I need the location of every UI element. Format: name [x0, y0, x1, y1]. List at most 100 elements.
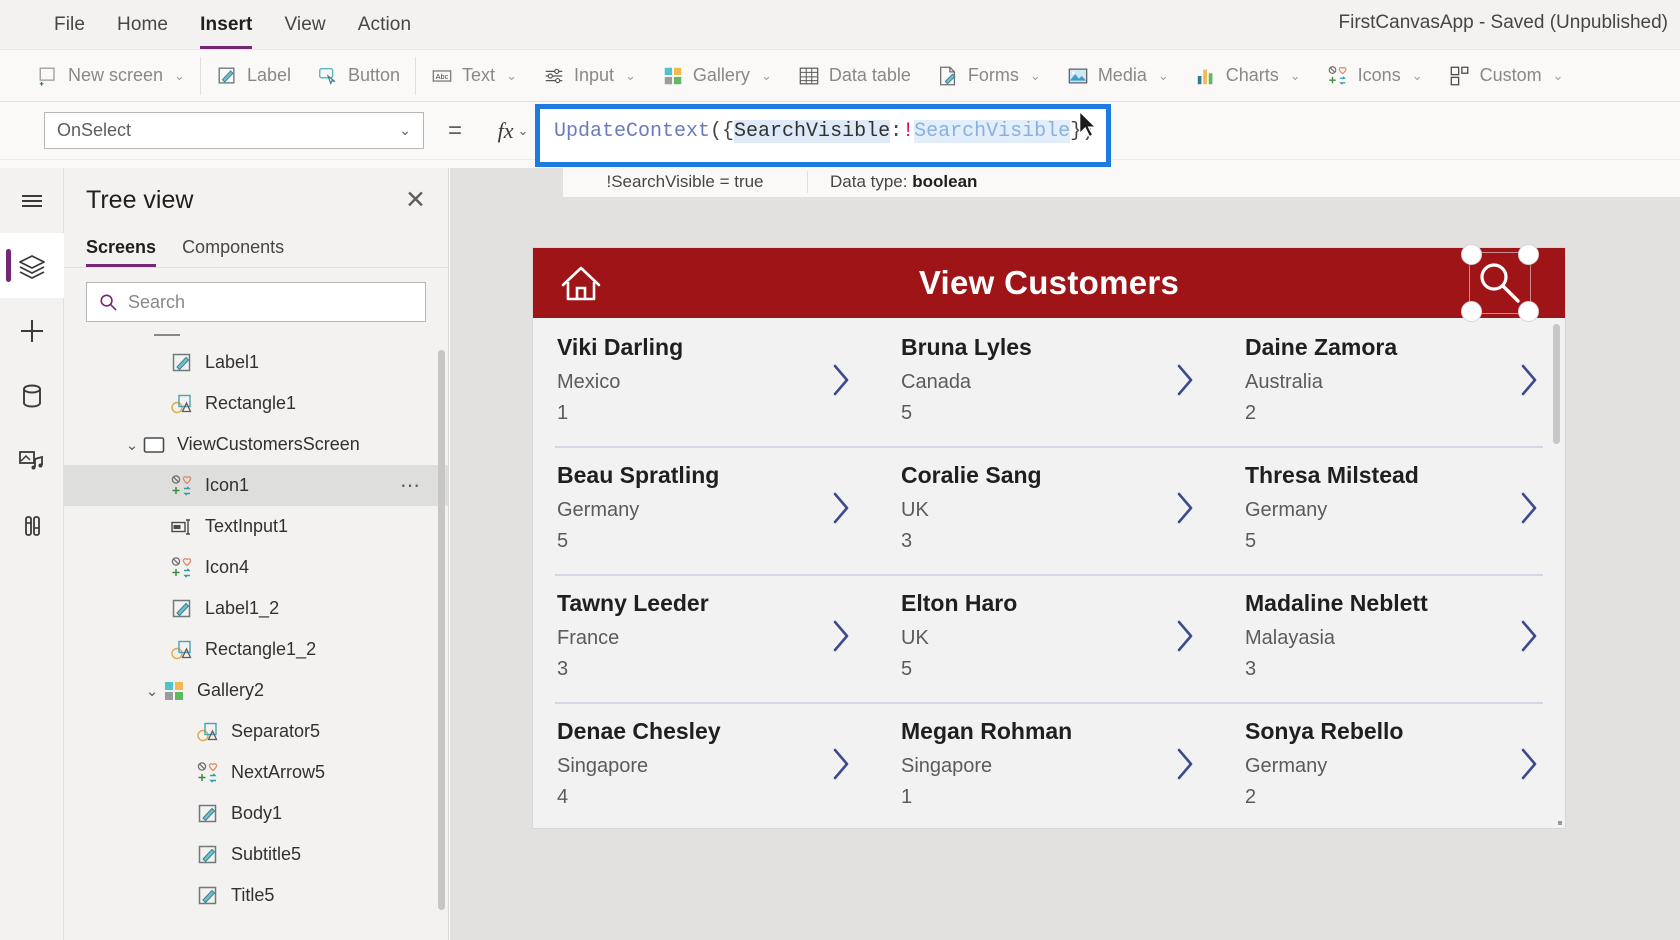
rail-button-insert-plus[interactable]	[0, 298, 64, 363]
next-arrow-icon[interactable]	[1171, 616, 1199, 656]
menu-item-action[interactable]: Action	[342, 10, 427, 40]
next-arrow-icon[interactable]	[1515, 744, 1543, 784]
tree-item-nextarrow5[interactable]: NextArrow5	[64, 752, 448, 793]
svg-text:Abc: Abc	[436, 71, 449, 80]
rail-button-advanced-tools[interactable]	[0, 493, 64, 558]
resize-handle-top-left[interactable]	[1461, 244, 1482, 265]
next-arrow-icon[interactable]	[1515, 360, 1543, 400]
customer-gallery[interactable]: Viki Darling Mexico 1 Bruna Lyles Canada 5 Dai…	[533, 318, 1565, 828]
ribbon-media-button[interactable]: Media ⌄	[1054, 53, 1182, 99]
next-arrow-icon[interactable]	[1515, 488, 1543, 528]
ribbon-data-table-button[interactable]: Data table	[785, 53, 924, 99]
rail-button-media[interactable]	[0, 428, 64, 493]
formula-input-selected[interactable]: UpdateContext({SearchVisible: ! SearchVis…	[535, 104, 1111, 167]
text-icon: Abc	[432, 69, 452, 82]
ribbon-label-button[interactable]: Label	[203, 53, 304, 99]
menu-item-file[interactable]: File	[38, 10, 101, 40]
ribbon-gallery-button[interactable]: Gallery ⌄	[649, 53, 785, 99]
tree-item-label1[interactable]: Label1	[64, 342, 448, 383]
next-arrow-icon[interactable]	[827, 616, 855, 656]
menu-item-view[interactable]: View	[268, 10, 341, 40]
rail-button-hamburger-menu[interactable]	[0, 168, 64, 233]
tree-item-label: Icon4	[205, 557, 250, 577]
ribbon-text-button[interactable]: Abc Text ⌄	[418, 53, 530, 99]
gallery-item[interactable]: Coralie Sang UK 3	[877, 446, 1221, 574]
property-dropdown[interactable]: OnSelect ⌄	[44, 112, 424, 149]
tree-tab-screens[interactable]: Screens	[86, 237, 157, 267]
next-arrow-icon[interactable]	[1171, 744, 1199, 784]
next-arrow-icon[interactable]	[827, 360, 855, 400]
chevron-down-icon[interactable]: ⌄	[122, 436, 142, 454]
menu-item-home[interactable]: Home	[101, 10, 184, 40]
next-arrow-icon[interactable]	[1515, 616, 1543, 656]
tree-item-rectangle1_2[interactable]: Rectangle1_2	[64, 629, 448, 670]
tree-scrollbar[interactable]	[438, 350, 445, 910]
next-arrow-icon[interactable]	[827, 488, 855, 528]
tree-item-viewcustomersscreen[interactable]: ⌄ ViewCustomersScreen	[64, 424, 448, 465]
gallery-item[interactable]: Tawny Leeder France 3	[533, 574, 877, 702]
gallery-item[interactable]: Thresa Milstead Germany 5	[1221, 446, 1565, 574]
tree-search-input[interactable]: Search	[86, 282, 426, 322]
menu-item-insert[interactable]: Insert	[184, 10, 268, 49]
rail-button-tree-view[interactable]	[0, 233, 64, 298]
resize-grip[interactable]	[1558, 821, 1562, 825]
tree-item-label: Title5	[231, 885, 275, 905]
tree-tab-components[interactable]: Components	[182, 237, 284, 267]
gallery-item[interactable]: Madaline Neblett Malayasia 3	[1221, 574, 1565, 702]
tree-item-icon1[interactable]: Icon1 ⋯	[64, 465, 448, 506]
gallery-item[interactable]: Megan Rohman Singapore 1	[877, 702, 1221, 828]
tree-item-title5[interactable]: Title5	[64, 875, 448, 916]
ribbon-button-label: Charts	[1225, 65, 1279, 85]
data-table-icon	[799, 67, 819, 84]
tree-view-icon	[19, 254, 45, 279]
tree-item-separator5[interactable]: Separator5	[64, 711, 448, 752]
close-icon[interactable]: ✕	[405, 188, 426, 213]
formula-text[interactable]: UpdateContext({SearchVisible: ! SearchVis…	[540, 109, 1106, 154]
ribbon-button-button[interactable]: Button	[304, 53, 413, 99]
search-icon-selected[interactable]	[1461, 244, 1539, 322]
gallery-item[interactable]: Sonya Rebello Germany 2	[1221, 702, 1565, 828]
gallery-item[interactable]: Beau Spratling Germany 5	[533, 446, 877, 574]
tree-item-rectangle1[interactable]: Rectangle1	[64, 383, 448, 424]
chevron-down-icon: ⌄	[1029, 67, 1041, 83]
tree-item-body1[interactable]: Body1	[64, 793, 448, 834]
ribbon-new-screen-button[interactable]: New screen ⌄	[24, 53, 198, 99]
ribbon-custom-button[interactable]: Custom ⌄	[1436, 53, 1577, 99]
ribbon-input-button[interactable]: Input ⌄	[530, 53, 649, 99]
formula-hint-datatype: Data type: boolean	[808, 172, 977, 192]
icons-icon	[197, 761, 218, 783]
ribbon-button-label: Data table	[828, 65, 911, 85]
customer-name: Thresa Milstead	[1245, 462, 1419, 488]
gallery-item[interactable]: Viki Darling Mexico 1	[533, 318, 877, 446]
app-title: FirstCanvasApp - Saved (Unpublished)	[1338, 12, 1669, 33]
tree-item-more-icon[interactable]: ⋯	[400, 473, 422, 498]
next-arrow-icon[interactable]	[827, 744, 855, 784]
rail-button-data[interactable]	[0, 363, 64, 428]
customer-value: 1	[557, 402, 569, 424]
gallery-item[interactable]: Elton Haro UK 5	[877, 574, 1221, 702]
chevron-down-icon[interactable]: ⌄	[142, 682, 162, 700]
ribbon-icons-button[interactable]: Icons ⌄	[1314, 53, 1436, 99]
chevron-down-icon: ⌄	[506, 67, 517, 83]
formula-token-key: SearchVisible	[734, 120, 891, 143]
gallery-row: Viki Darling Mexico 1 Bruna Lyles Canada 5 Dai…	[533, 318, 1565, 446]
tree-item-label1_2[interactable]: Label1_2	[64, 588, 448, 629]
resize-handle-top-right[interactable]	[1518, 244, 1539, 265]
gallery-item[interactable]: Denae Chesley Singapore 4	[533, 702, 877, 828]
customer-name: Sonya Rebello	[1245, 718, 1404, 744]
ribbon-button-label: Label	[246, 65, 291, 85]
tree-item-subtitle5[interactable]: Subtitle5	[64, 834, 448, 875]
gallery-item[interactable]: Bruna Lyles Canada 5	[877, 318, 1221, 446]
customer-value: 5	[901, 658, 913, 680]
tree-item-icon4[interactable]: Icon4	[64, 547, 448, 588]
tree-item-gallery2[interactable]: ⌄ Gallery2	[64, 670, 448, 711]
ribbon-forms-button[interactable]: Forms ⌄	[924, 53, 1054, 99]
customer-name: Coralie Sang	[901, 462, 1042, 488]
ribbon-charts-button[interactable]: Charts ⌄	[1182, 53, 1314, 99]
next-arrow-icon[interactable]	[1171, 360, 1199, 400]
tree-item-label: Rectangle1	[205, 393, 297, 413]
tree-item-label: TextInput1	[205, 516, 289, 536]
next-arrow-icon[interactable]	[1171, 488, 1199, 528]
gallery-item[interactable]: Daine Zamora Australia 2	[1221, 318, 1565, 446]
tree-item-textinput1[interactable]: TextInput1	[64, 506, 448, 547]
